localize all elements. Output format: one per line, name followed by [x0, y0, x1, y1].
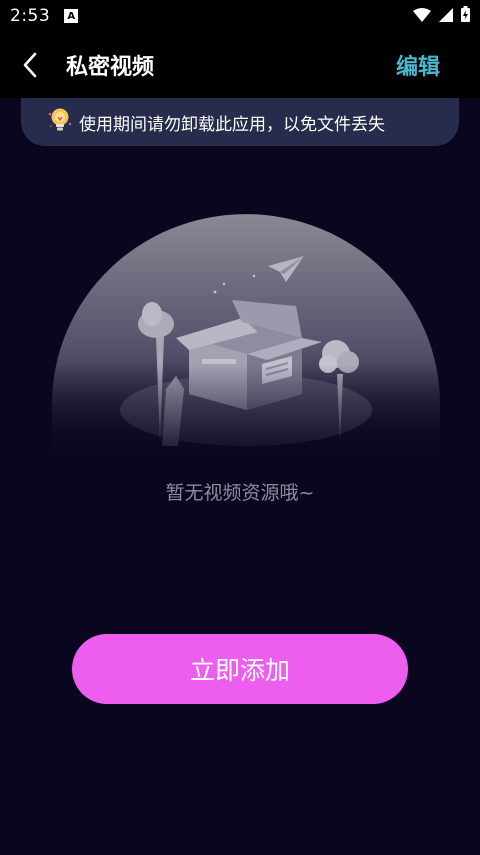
- wifi-icon: [413, 7, 431, 26]
- back-button[interactable]: [0, 32, 60, 98]
- page-title: 私密视频: [66, 55, 155, 80]
- status-time: 2:53: [10, 6, 51, 26]
- signal-icon: [439, 7, 453, 26]
- edit-button[interactable]: 编辑: [396, 49, 440, 81]
- header: 私密视频 编辑: [0, 32, 480, 98]
- empty-box-illustration: [52, 214, 440, 464]
- add-now-button[interactable]: 立即添加: [72, 634, 408, 704]
- warning-banner: 使用期间请勿卸载此应用，以免文件丢失: [21, 98, 459, 146]
- app-notification-icon: A: [64, 9, 79, 23]
- battery-icon: [461, 6, 470, 26]
- empty-state-message: 暂无视频资源哦~: [165, 482, 315, 504]
- warning-text: 使用期间请勿卸载此应用，以免文件丢失: [79, 114, 385, 135]
- lightbulb-icon: [47, 106, 73, 138]
- status-bar: 2:53 A: [0, 0, 480, 32]
- chevron-left-icon: [23, 52, 37, 78]
- screen: 2:53 A 私密视频 编辑 使用期间请勿卸载此应用，以免文件丢失 暂无视频资源…: [0, 0, 480, 855]
- status-indicators: [413, 6, 470, 26]
